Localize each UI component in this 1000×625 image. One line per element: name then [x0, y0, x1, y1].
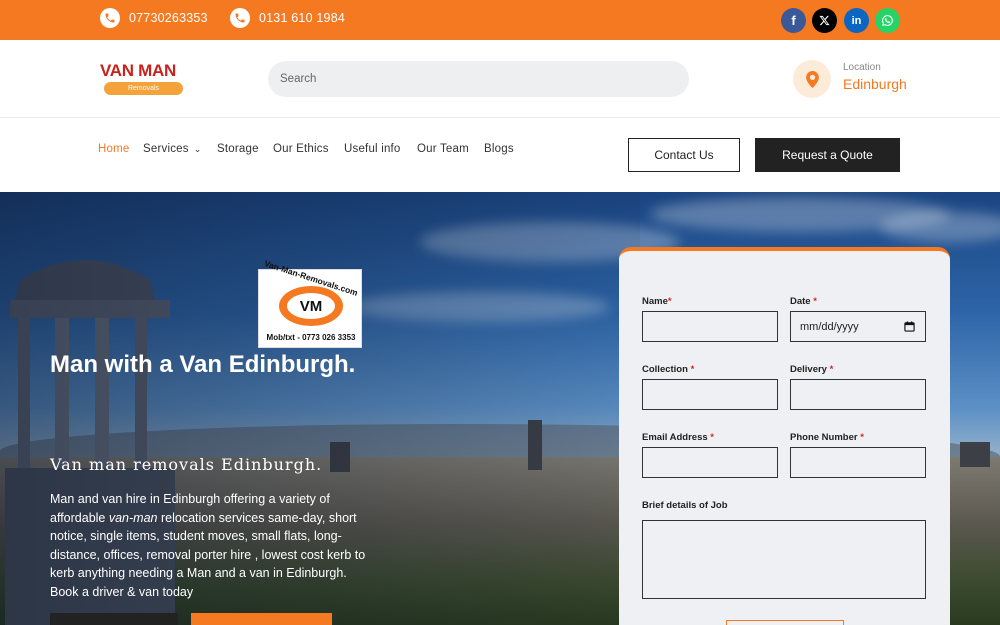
job-details-textarea[interactable]: [642, 520, 926, 599]
request-quote-button[interactable]: Request a Quote: [755, 138, 900, 172]
date-placeholder: mm/dd/yyyy: [800, 320, 859, 333]
whatsapp-icon[interactable]: [875, 8, 900, 33]
badge-oval-inner: VM: [287, 293, 335, 319]
site-header: VAN MAN Removals Location Edinburgh: [0, 40, 1000, 118]
delivery-field[interactable]: [790, 379, 926, 410]
collection-label-text: Collection: [642, 364, 688, 375]
required-mark: *: [690, 364, 695, 375]
name-field[interactable]: [642, 311, 778, 342]
hero-title: Man with a Van Edinburgh.: [50, 351, 356, 378]
phone-field[interactable]: [790, 447, 926, 478]
nav-services-label: Services: [143, 143, 189, 155]
phone-number: 07730263353: [129, 11, 208, 25]
required-mark: *: [667, 296, 672, 307]
phone-icon: [100, 8, 120, 28]
date-label-text: Date: [790, 296, 811, 307]
badge-oval: VM: [279, 286, 343, 326]
name-label: Name*: [642, 296, 672, 307]
nav-useful-info[interactable]: Useful info: [344, 143, 401, 155]
delivery-label-text: Delivery: [790, 364, 827, 375]
vm-badge-logo: Van-Man-Removals.com VM Mob/txt - 0773 0…: [258, 258, 362, 348]
email-label: Email Address *: [642, 432, 714, 443]
location-value[interactable]: Edinburgh: [843, 76, 907, 92]
phone-label: Phone Number *: [790, 432, 864, 443]
contact-us-button[interactable]: Contact Us: [628, 138, 740, 172]
badge-logo-text: VM: [299, 297, 323, 315]
required-mark: *: [710, 432, 714, 443]
date-label: Date *: [790, 296, 817, 307]
required-mark: *: [829, 364, 834, 375]
quote-form: Name* Date * mm/dd/yyyy Collection * Del…: [619, 247, 950, 625]
main-navigation: Home Services ⌄ Storage Our Ethics Useful…: [0, 118, 1000, 192]
nav-services[interactable]: Services ⌄: [143, 143, 201, 155]
job-details-label: Brief details of Job: [642, 500, 728, 511]
delivery-label: Delivery *: [790, 364, 833, 375]
search-input[interactable]: [268, 61, 689, 97]
hero-description: Man and van hire in Edinburgh offering a…: [50, 490, 368, 601]
nav-home[interactable]: Home: [98, 143, 129, 155]
calendar-icon[interactable]: [904, 321, 915, 332]
email-label-text: Email Address: [642, 432, 708, 443]
hero-primary-button[interactable]: [50, 613, 178, 625]
required-mark: *: [813, 296, 817, 307]
logo-text: VAN MAN: [100, 61, 176, 80]
badge-phone: Mob/txt - 0773 026 3353: [266, 333, 356, 342]
location-label: Location: [843, 62, 881, 73]
required-mark: *: [860, 432, 864, 443]
phone-icon: [230, 8, 250, 28]
phone-link-mobile[interactable]: 07730263353: [100, 8, 208, 28]
phone-link-landline[interactable]: 0131 610 1984: [230, 8, 345, 28]
location-pin-icon: [793, 60, 831, 98]
hero-subtitle: Van man removals Edinburgh.: [50, 455, 323, 474]
phone-label-text: Phone Number: [790, 432, 858, 443]
nav-storage[interactable]: Storage: [217, 143, 259, 155]
collection-label: Collection *: [642, 364, 694, 375]
hero-desc-emphasis: van-man: [108, 510, 158, 525]
phone-number: 0131 610 1984: [259, 11, 346, 25]
top-bar: 07730263353 0131 610 1984 f in: [0, 0, 1000, 40]
submit-button[interactable]: [726, 620, 844, 625]
site-logo[interactable]: VAN MAN Removals: [100, 62, 186, 95]
hero-section: Van-Man-Removals.com VM Mob/txt - 0773 0…: [0, 192, 1000, 625]
cloud: [880, 212, 1000, 242]
date-field[interactable]: mm/dd/yyyy: [790, 311, 926, 342]
nav-blogs[interactable]: Blogs: [484, 143, 514, 155]
collection-field[interactable]: [642, 379, 778, 410]
email-field[interactable]: [642, 447, 778, 478]
chevron-down-icon: ⌄: [193, 144, 202, 154]
facebook-icon[interactable]: f: [781, 8, 806, 33]
linkedin-icon[interactable]: in: [844, 8, 869, 33]
name-label-text: Name: [642, 296, 668, 307]
x-twitter-icon[interactable]: [812, 8, 837, 33]
logo-subtitle: Removals: [104, 82, 183, 95]
nav-our-team[interactable]: Our Team: [417, 143, 469, 155]
nav-our-ethics[interactable]: Our Ethics: [273, 143, 329, 155]
building: [960, 442, 990, 467]
hero-secondary-button[interactable]: [191, 613, 332, 625]
